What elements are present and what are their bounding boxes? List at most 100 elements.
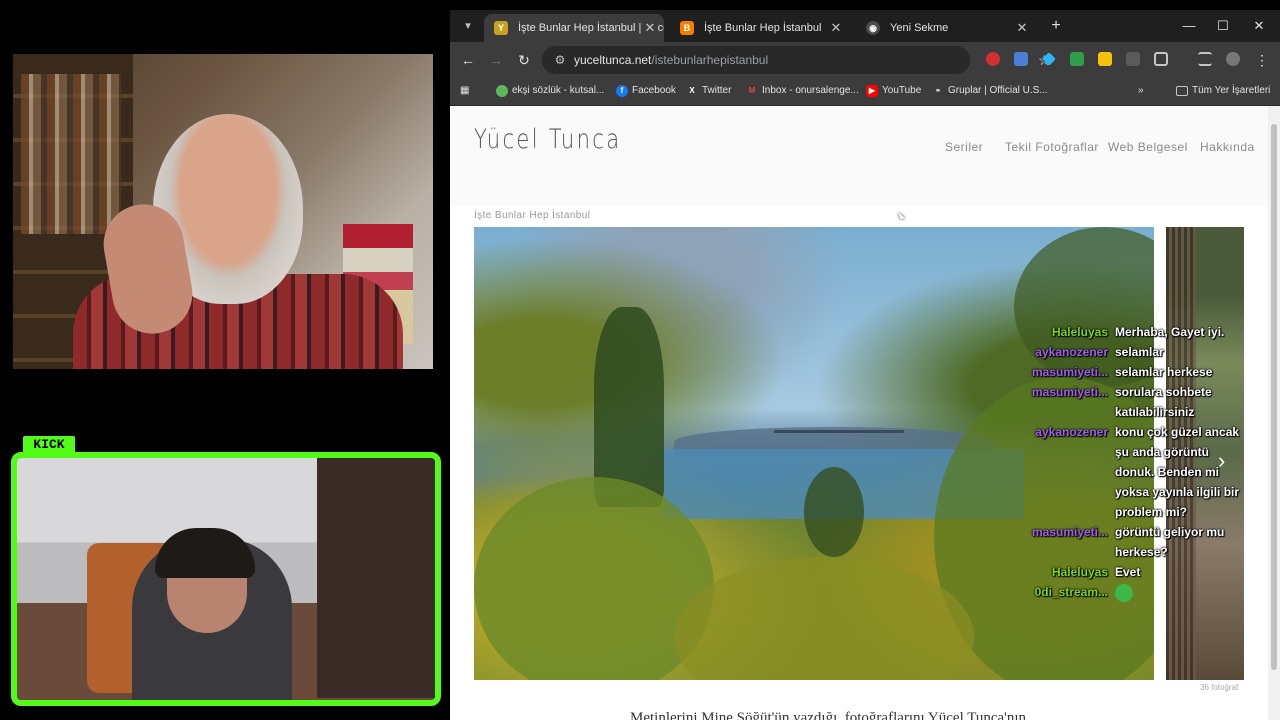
media-extension-icon[interactable] bbox=[1126, 52, 1140, 66]
chat-text: sorulara sohbete katılabilirsiniz bbox=[1115, 385, 1212, 419]
stream-layout: KICK ▾ Y İşte Bunlar Hep İstanbul | Yüce… bbox=[0, 0, 1280, 720]
tab-3[interactable]: ◉ Yeni Sekme ✕ bbox=[856, 14, 1036, 42]
more-bookmarks-icon[interactable]: » bbox=[1138, 78, 1144, 104]
forward-icon[interactable]: → bbox=[486, 50, 506, 70]
blogger-favicon-icon: B bbox=[680, 21, 694, 35]
close-icon[interactable]: ✕ bbox=[642, 14, 658, 42]
eksi-icon bbox=[496, 85, 508, 97]
tab-bar: ▾ Y İşte Bunlar Hep İstanbul | Yücel ✕ B… bbox=[450, 10, 1280, 42]
chat-text: Merhaba, Gayet iyi. bbox=[1115, 325, 1225, 339]
bookmark-label: YouTube bbox=[882, 85, 922, 96]
chat-username: Haleluyas bbox=[1051, 565, 1108, 579]
menu-tekil-fotograflar[interactable]: Tekil Fotoğraflar bbox=[1005, 140, 1099, 154]
menu-seriler[interactable]: Seriler bbox=[945, 140, 983, 154]
chat-message: masumiyeti... sorulara sohbete katılabili… bbox=[1030, 382, 1280, 422]
webcam-bottom-frame bbox=[11, 452, 441, 706]
bookmark-label: Gruplar | Official U.S... bbox=[948, 85, 1048, 96]
chat-username: aykanozener bbox=[1035, 425, 1108, 439]
menu-kebab-icon[interactable]: ⋮ bbox=[1252, 50, 1272, 70]
chrome-favicon-icon: ◉ bbox=[866, 21, 880, 35]
new-tab-button[interactable]: + bbox=[1046, 16, 1066, 36]
chat-username: masumiyeti... bbox=[1031, 365, 1108, 379]
chat-username: masumiyeti... bbox=[1031, 525, 1108, 539]
bookmark-label: ekşi sözlük - kutsal... bbox=[512, 85, 605, 96]
reload-icon[interactable]: ↻ bbox=[514, 50, 534, 70]
tab-2[interactable]: B İşte Bunlar Hep İstanbul ✕ bbox=[670, 14, 850, 42]
window-close-icon[interactable]: ✕ bbox=[1244, 16, 1274, 36]
green-emote-icon bbox=[1115, 583, 1133, 602]
photo-foliage bbox=[674, 557, 974, 680]
chat-message: masumiyeti... selamlar herkese bbox=[1030, 362, 1280, 382]
door bbox=[317, 458, 435, 698]
bookmark-youtube[interactable]: ▶ YouTube bbox=[866, 78, 921, 104]
chat-message: aykanozener konu çok güzel ancak şu anda … bbox=[1030, 422, 1280, 522]
photo-count: 36 fotoğraf bbox=[1200, 683, 1239, 692]
translate-extension-icon[interactable] bbox=[1014, 52, 1028, 66]
chat-message: aykanozener selamlar bbox=[1030, 342, 1280, 362]
close-icon[interactable]: ✕ bbox=[1014, 14, 1030, 42]
bookmark-facebook[interactable]: f Facebook bbox=[616, 78, 676, 104]
chat-text bbox=[1115, 582, 1245, 602]
chat-message: Haleluyas Merhaba, Gayet iyi. bbox=[1030, 322, 1280, 342]
youtube-icon: ▶ bbox=[866, 85, 878, 97]
webcam-bottom bbox=[17, 458, 435, 700]
bookmark-twitter[interactable]: X Twitter bbox=[686, 78, 731, 104]
bookmark-label: Inbox - onursalenge... bbox=[762, 85, 859, 96]
tab-search-icon[interactable]: ▾ bbox=[458, 16, 478, 36]
url-host: yuceltunca.net bbox=[574, 53, 652, 67]
profile-avatar-icon[interactable] bbox=[1226, 52, 1240, 66]
yellow-extension-icon[interactable] bbox=[1098, 52, 1112, 66]
chat-username: Haleluyas bbox=[1051, 325, 1108, 339]
chat-text: selamlar bbox=[1115, 345, 1164, 359]
all-bookmarks-label: Tüm Yer İşaretleri bbox=[1192, 85, 1271, 96]
x-icon: X bbox=[689, 86, 695, 95]
link-icon: ⚭ bbox=[934, 86, 942, 95]
bookmark-label: Facebook bbox=[632, 85, 676, 96]
guest-hair bbox=[155, 528, 255, 578]
media-controls-icon[interactable] bbox=[1198, 52, 1212, 66]
chat-message: masumiyeti... görüntü geliyor mu herkese? bbox=[1030, 522, 1280, 562]
bookmark-gmail[interactable]: M Inbox - onursalenge... bbox=[746, 78, 859, 104]
url-path: /istebunlarhepistanbul bbox=[651, 53, 769, 67]
webcam-top bbox=[13, 54, 433, 369]
tab-title: Yeni Sekme bbox=[890, 22, 949, 34]
extensions-puzzle-icon[interactable] bbox=[1154, 52, 1168, 66]
bookmark-label: Twitter bbox=[702, 85, 732, 96]
apps-grid-icon[interactable]: ▦ bbox=[460, 78, 476, 104]
site-info-icon[interactable]: ⚙ bbox=[552, 52, 568, 68]
chat-message: Haleluyas Evet bbox=[1030, 562, 1280, 582]
site-header: Yücel Tunca Seriler Tekil Fotoğraflar We… bbox=[450, 106, 1268, 206]
chat-overlay: Haleluyas Merhaba, Gayet iyi. aykanozener s… bbox=[1030, 322, 1280, 602]
all-bookmarks[interactable]: Tüm Yer İşaretleri bbox=[1176, 78, 1270, 104]
photo-tree bbox=[804, 467, 864, 557]
toolbar: ← → ↻ ⚙ yuceltunca.net/istebunlarhepista… bbox=[450, 42, 1280, 78]
url-text[interactable]: yuceltunca.net/istebunlarhepistanbul bbox=[574, 46, 768, 74]
facebook-icon: f bbox=[616, 85, 628, 97]
menu-web-belgesel[interactable]: Web Belgesel bbox=[1108, 140, 1188, 154]
maximize-icon[interactable]: ☐ bbox=[1208, 16, 1238, 36]
address-bar[interactable]: ⚙ yuceltunca.net/istebunlarhepistanbul ☆ bbox=[542, 46, 1051, 74]
back-icon[interactable]: ← bbox=[458, 50, 478, 70]
gmail-icon: M bbox=[748, 86, 756, 95]
r-extension-icon[interactable] bbox=[1070, 52, 1084, 66]
chat-username: masumiyeti... bbox=[1031, 385, 1108, 399]
tab-1[interactable]: Y İşte Bunlar Hep İstanbul | Yücel ✕ bbox=[484, 14, 664, 42]
bookmark-gruplar[interactable]: ⚭ Gruplar | Official U.S... bbox=[932, 78, 1048, 104]
bookmarks-bar: ▦ ekşi sözlük - kutsal... f Facebook X Twi… bbox=[450, 78, 1280, 106]
close-icon[interactable]: ✕ bbox=[828, 14, 844, 42]
menu-hakkinda[interactable]: Hakkında bbox=[1200, 140, 1255, 154]
minimize-icon[interactable]: — bbox=[1174, 16, 1204, 36]
chat-username: aykanozener bbox=[1035, 345, 1108, 359]
chat-message: 0di_stream... bbox=[1030, 582, 1280, 602]
bookmark-eksi[interactable]: ekşi sözlük - kutsal... bbox=[496, 78, 604, 104]
mouse-cursor-icon bbox=[897, 210, 906, 220]
site-logo[interactable]: Yücel Tunca bbox=[474, 124, 621, 155]
extension-red-icon[interactable] bbox=[986, 52, 1000, 66]
chat-text: Evet bbox=[1115, 565, 1141, 579]
gallery-title: İşte Bunlar Hep İstanbul bbox=[474, 210, 591, 221]
chat-username: 0di_stream... bbox=[1034, 585, 1108, 599]
folder-icon bbox=[1176, 86, 1188, 96]
chat-text: görüntü geliyor mu herkese? bbox=[1115, 525, 1225, 559]
gallery-description: Metinlerini Mine Söğüt'ün yazdığı, fotoğ… bbox=[630, 710, 1027, 720]
tab-title: İşte Bunlar Hep İstanbul bbox=[704, 22, 822, 34]
